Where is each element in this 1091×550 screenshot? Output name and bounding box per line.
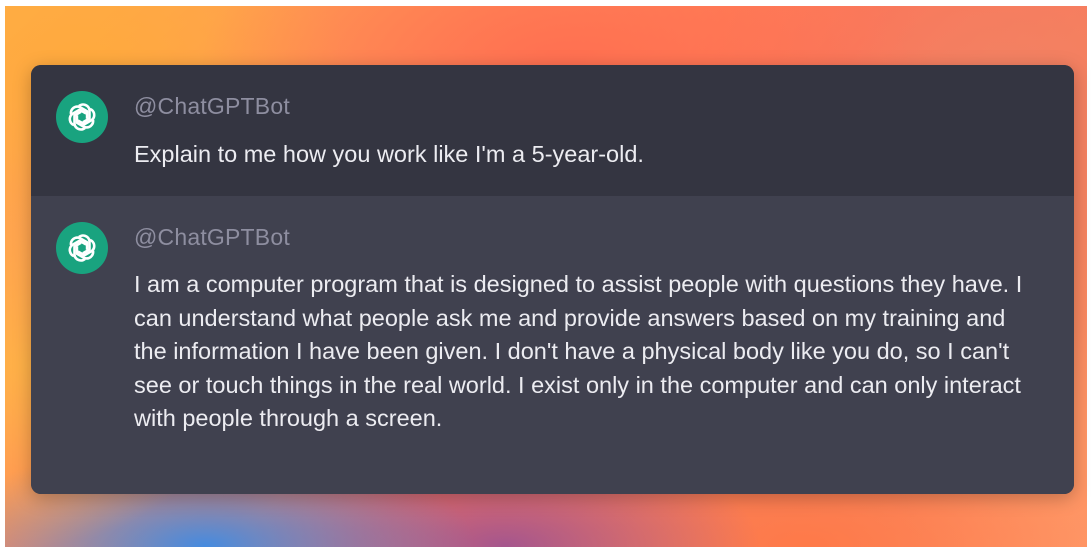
- username: @ChatGPTBot: [134, 224, 290, 250]
- username: @ChatGPTBot: [134, 93, 290, 119]
- avatar: [56, 222, 108, 274]
- message-text: I am a computer program that is designed…: [134, 271, 1023, 431]
- openai-logo-icon: [68, 103, 96, 131]
- message-text: Explain to me how you work like I'm a 5-…: [134, 141, 644, 167]
- chat-card: @ChatGPTBot Explain to me how you work l…: [31, 65, 1074, 494]
- message-user: @ChatGPTBot Explain to me how you work l…: [31, 65, 1074, 196]
- avatar: [56, 91, 108, 143]
- message-bot: @ChatGPTBot I am a computer program that…: [31, 196, 1074, 494]
- openai-logo-icon: [68, 234, 96, 262]
